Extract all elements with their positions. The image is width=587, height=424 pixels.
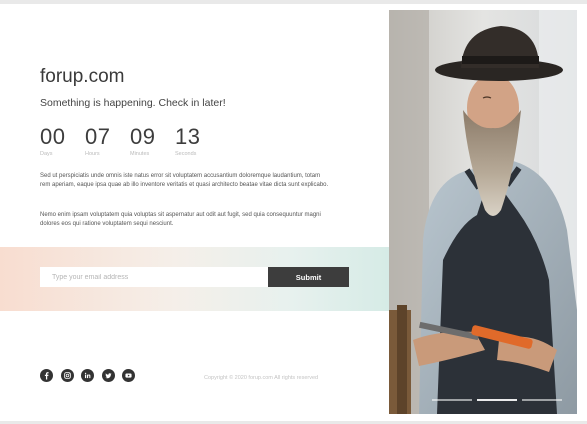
countdown-minutes-label: Minutes: [130, 151, 150, 157]
countdown-timer: 00 Days 07 Hours 09 Minutes 13 Seconds: [40, 124, 220, 157]
countdown-seconds: 13 Seconds: [175, 124, 220, 157]
description-paragraph: Sed ut perspiciatis unde omnis iste natu…: [40, 173, 329, 188]
craftsman-photo: [389, 10, 577, 414]
tagline: Something is happening. Check in later!: [40, 97, 226, 109]
countdown-seconds-label: Seconds: [175, 151, 197, 157]
countdown-minutes-value: 09: [130, 124, 156, 149]
content-panel: forup.com Something is happening. Check …: [0, 4, 389, 421]
countdown-seconds-value: 13: [175, 124, 201, 149]
twitter-icon[interactable]: [101, 369, 115, 382]
social-links: [40, 369, 143, 382]
slider-indicators: [432, 399, 567, 401]
countdown-minutes: 09 Minutes: [130, 124, 175, 157]
countdown-hours: 07 Hours: [85, 124, 130, 157]
countdown-days: 00 Days: [40, 124, 85, 157]
slide-indicator-active[interactable]: [477, 399, 517, 401]
countdown-hours-value: 07: [85, 124, 111, 149]
description-paragraph: Nemo enim ipsam voluptatem quia voluptas…: [40, 212, 321, 227]
slide-indicator[interactable]: [432, 399, 472, 401]
hero-image: [389, 10, 577, 414]
facebook-icon[interactable]: [40, 369, 53, 382]
linkedin-icon[interactable]: [81, 369, 94, 382]
countdown-days-value: 00: [40, 124, 66, 149]
copyright-text: Copyright © 2020 forup.com All rights re…: [204, 375, 319, 381]
youtube-icon[interactable]: [122, 369, 135, 382]
page-margin: [577, 4, 587, 421]
instagram-icon[interactable]: [60, 369, 74, 382]
email-field[interactable]: [40, 267, 268, 287]
submit-button[interactable]: Submit: [268, 267, 349, 287]
countdown-days-label: Days: [40, 151, 53, 157]
slide-indicator[interactable]: [522, 399, 562, 401]
countdown-hours-label: Hours: [85, 151, 100, 157]
site-title: forup.com: [40, 66, 125, 87]
subscribe-form: Submit: [0, 247, 389, 311]
